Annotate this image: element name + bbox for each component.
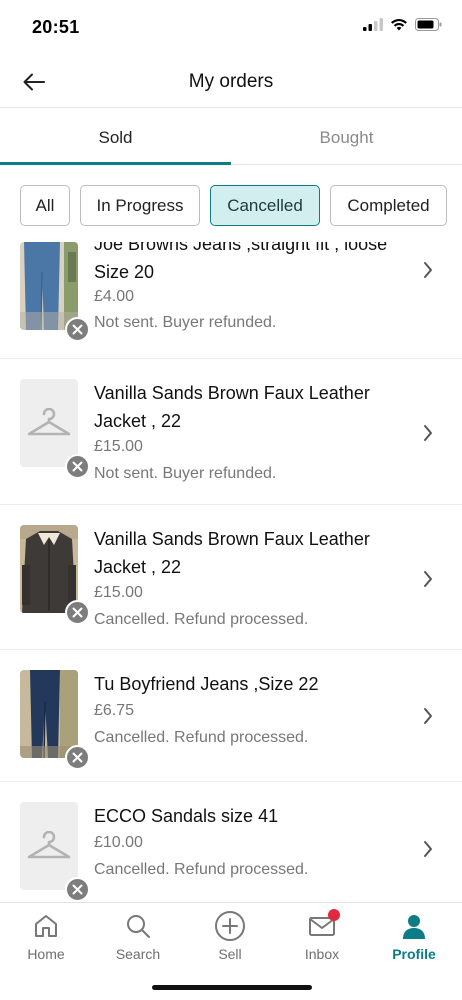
nav-sell[interactable]: Sell [184,909,276,962]
placeholder-hanger-icon [20,802,78,890]
chevron-right-icon [424,841,432,857]
order-thumbnail [20,670,90,770]
order-row[interactable]: Tu Boyfriend Jeans ,Size 22 £6.75 Cancel… [0,650,462,782]
filter-chip-in-progress[interactable]: In Progress [80,185,200,226]
filter-chip-cancelled[interactable]: Cancelled [210,185,320,226]
order-price: £15.00 [94,584,143,601]
cancelled-badge-icon [65,317,90,342]
filter-chips: All In Progress Cancelled Completed [20,185,447,226]
order-title: Vanilla Sands Brown Faux Leather Jacket … [94,529,370,577]
nav-label: Profile [392,946,436,962]
nav-label: Home [27,946,65,962]
order-title: Vanilla Sands Brown Faux Leather Jacket … [94,383,370,431]
order-status: Cancelled. Refund processed. [94,729,309,746]
chevron-right-icon [424,571,432,587]
chevron-right-icon [424,262,432,278]
nav-profile[interactable]: Profile [368,909,460,962]
nav-inbox[interactable]: Inbox [276,909,368,962]
order-title: ECCO Sandals size 41 [94,806,279,826]
bottom-nav: Home Search Sell Inbox Profile [0,902,462,1000]
order-status: Cancelled. Refund processed. [94,861,309,878]
order-row[interactable]: Joe Browns Jeans ,straight fit , loose S… [0,242,462,359]
nav-label: Inbox [304,946,340,962]
status-bar: 20:51 [0,0,462,56]
orders-list: Joe Browns Jeans ,straight fit , loose S… [0,242,462,902]
tab-bar: Sold Bought [0,109,462,165]
chevron-right-icon [424,425,432,441]
placeholder-hanger-icon [20,379,78,467]
search-icon [127,915,150,938]
chevron-right-icon [424,708,432,724]
filter-chip-completed[interactable]: Completed [330,185,447,226]
nav-label: Sell [218,946,242,962]
cancelled-badge-icon [65,600,90,625]
jacket-photo [20,525,78,613]
order-row[interactable]: Vanilla Sands Brown Faux Leather Jacket … [0,505,462,650]
order-thumbnail [20,379,90,479]
nav-label: Search [115,946,161,962]
order-status: Not sent. Buyer refunded. [94,465,277,482]
order-price: £15.00 [94,438,143,455]
cancelled-badge-icon [65,745,90,770]
status-time: 20:51 [32,17,80,37]
person-icon [403,915,425,939]
signal-icon [363,18,383,31]
order-row[interactable]: ECCO Sandals size 41 £10.00 Cancelled. R… [0,782,462,902]
filter-chip-all[interactable]: All [20,185,70,226]
order-thumbnail [20,242,90,342]
order-status: Cancelled. Refund processed. [94,611,309,628]
home-indicator [152,985,312,990]
tab-indicator [0,162,231,165]
nav-header: My orders [0,56,462,108]
order-price: £10.00 [94,834,143,851]
order-row[interactable]: Vanilla Sands Brown Faux Leather Jacket … [0,359,462,505]
order-title: Joe Browns Jeans ,straight fit , loose S… [94,242,388,282]
status-icons [363,18,442,31]
wifi-icon [391,19,407,31]
order-price: £4.00 [94,288,135,305]
cancelled-badge-icon [65,454,90,479]
nav-home[interactable]: Home [0,909,92,962]
jeans-photo [20,242,78,330]
page-title: My orders [188,71,274,92]
tab-sold[interactable]: Sold [0,109,231,164]
order-thumbnail [20,802,90,902]
nav-search[interactable]: Search [92,909,184,962]
order-title: Tu Boyfriend Jeans ,Size 22 [94,674,319,694]
order-status: Not sent. Buyer refunded. [94,314,277,331]
order-thumbnail [20,525,90,625]
tab-bought[interactable]: Bought [231,109,462,164]
order-price: £6.75 [94,702,135,719]
notification-dot-icon [328,909,340,921]
home-icon [35,915,57,937]
jeans-photo [20,670,78,758]
plus-circle-icon [215,911,245,941]
battery-icon [415,18,442,31]
cancelled-badge-icon [65,877,90,902]
